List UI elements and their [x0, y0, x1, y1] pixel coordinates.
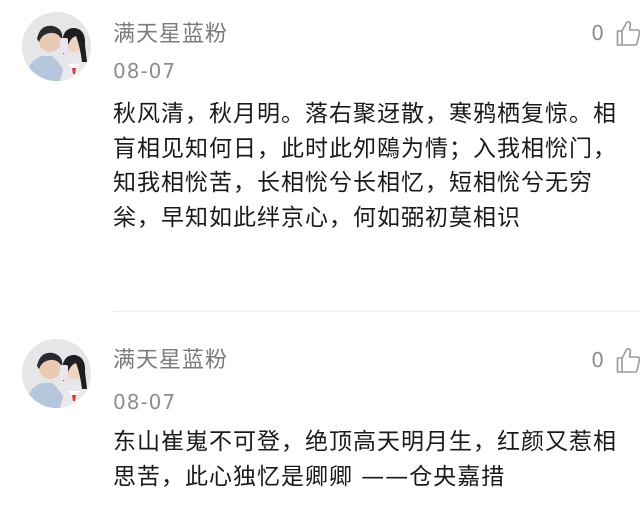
avatar[interactable]	[22, 12, 91, 81]
comment-date: 08-07	[113, 390, 177, 414]
like-button[interactable]: 0	[591, 18, 640, 48]
avatar[interactable]	[22, 339, 91, 408]
like-button[interactable]: 0	[591, 345, 640, 375]
username[interactable]: 满天星蓝粉	[113, 342, 228, 374]
like-count: 0	[591, 348, 604, 372]
comment-date: 08-07	[113, 59, 177, 83]
divider	[113, 311, 640, 312]
comment-text: 秋风清，秋月明。落右聚迓散，寒鸦栖复惊。相肓相见知何日，此时此夘鴎为情；入我相恱…	[113, 101, 617, 231]
like-count: 0	[591, 21, 604, 45]
comment-text: 东山崔嵬不可登，绝顶高天明月生，红颜又惹相思苦，此心独忆是卿卿 ——仓央嘉措	[113, 429, 617, 490]
thumbs-up-icon[interactable]	[616, 346, 640, 374]
username[interactable]: 满天星蓝粉	[113, 16, 228, 48]
thumbs-up-icon[interactable]	[616, 19, 640, 47]
